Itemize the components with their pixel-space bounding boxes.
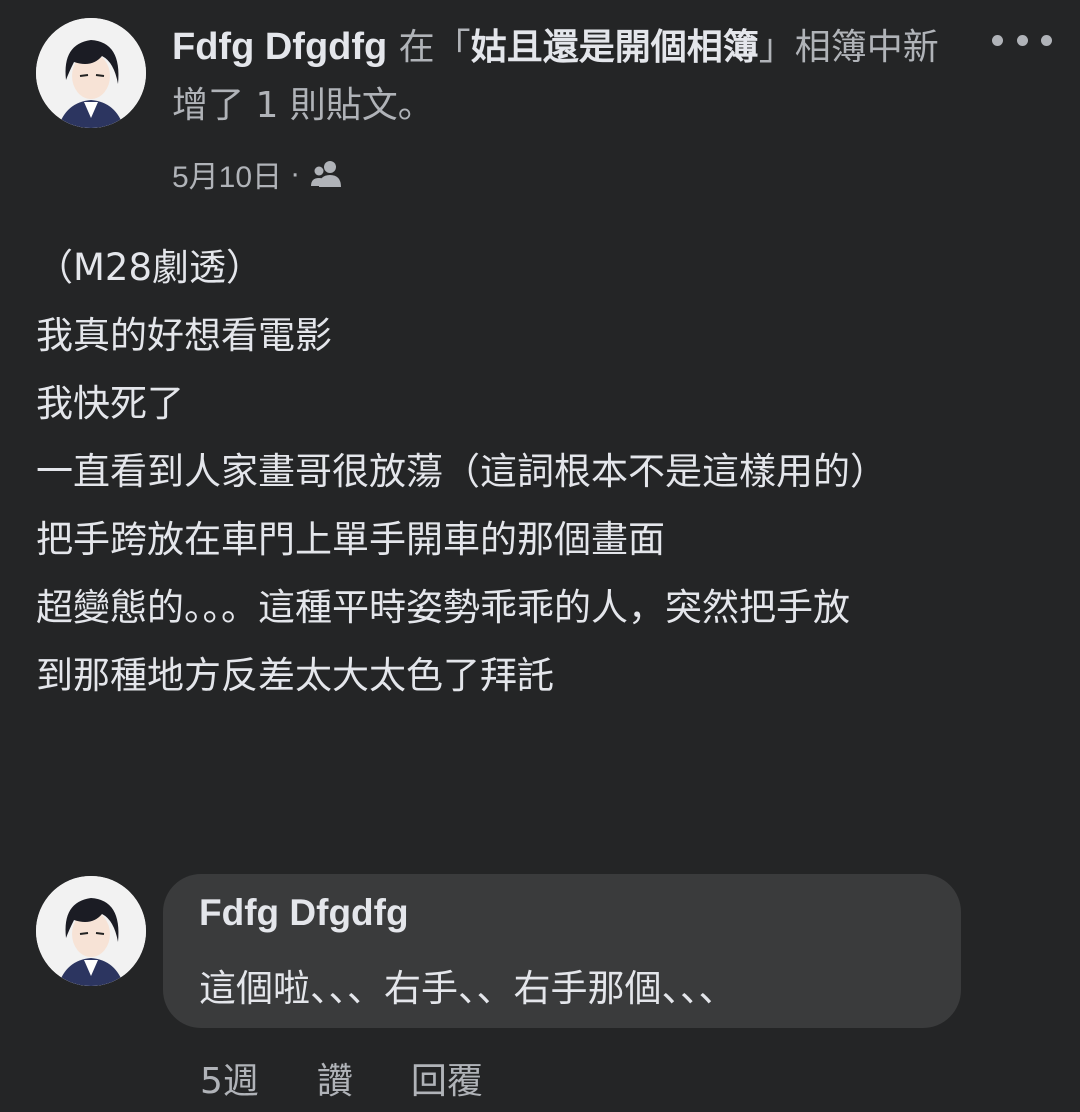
- post-body-line: （M28劇透）: [36, 246, 264, 289]
- post-body-line: 把手跨放在車門上單手開車的那個畫面: [36, 518, 665, 561]
- comment-author-avatar[interactable]: [36, 876, 146, 986]
- comment-text: 這個啦、、、右手、、右手那個、、、: [199, 967, 736, 1010]
- post-meta: 5月10日 ·: [172, 152, 344, 196]
- comment-actions: 5週 讚 回覆: [200, 1052, 541, 1104]
- friends-icon[interactable]: [310, 159, 344, 189]
- more-dot: [1041, 34, 1052, 46]
- reply-button[interactable]: 回覆: [411, 1052, 483, 1104]
- meta-separator: ·: [290, 157, 301, 190]
- comment-author-name[interactable]: Fdfg Dfgdfg: [199, 892, 409, 934]
- comment-time: 5週: [200, 1061, 259, 1102]
- more-dot: [1016, 34, 1028, 46]
- post-body-line: 我真的好想看電影: [36, 314, 332, 357]
- more-options-button[interactable]: [992, 22, 1052, 58]
- post-body-line: 我快死了: [36, 382, 184, 425]
- like-button[interactable]: 讚: [317, 1052, 353, 1104]
- post-body-line: 到那種地方反差太大太色了拜託: [36, 654, 554, 697]
- post-body-line: 超變態的。。。這種平時姿勢乖乖的人，突然把手放: [36, 586, 850, 629]
- post-date[interactable]: 5月10日: [172, 152, 282, 196]
- post-body: （M28劇透） 我真的好想看電影 我快死了 一直看到人家畫哥很放蕩（這詞根本不是…: [36, 234, 1056, 710]
- post-body-line: 一直看到人家畫哥很放蕩（這詞根本不是這樣用的）: [36, 450, 887, 493]
- album-name-link[interactable]: 姑且還是開個相簿: [471, 27, 759, 68]
- post-author-avatar[interactable]: [36, 18, 146, 128]
- post-author-name[interactable]: Fdfg Dfgdfg: [172, 26, 387, 68]
- header-prefix: 在「: [387, 27, 471, 68]
- comment-bubble: Fdfg Dfgdfg 這個啦、、、右手、、右手那個、、、: [163, 874, 961, 1028]
- avatar-illustration: [36, 876, 146, 986]
- more-horizontal-icon: [992, 34, 1003, 46]
- post-header: Fdfg Dfgdfg 在「姑且還是開個相簿」相簿中新增了 1 則貼文。: [172, 18, 962, 135]
- avatar-illustration: [36, 18, 146, 128]
